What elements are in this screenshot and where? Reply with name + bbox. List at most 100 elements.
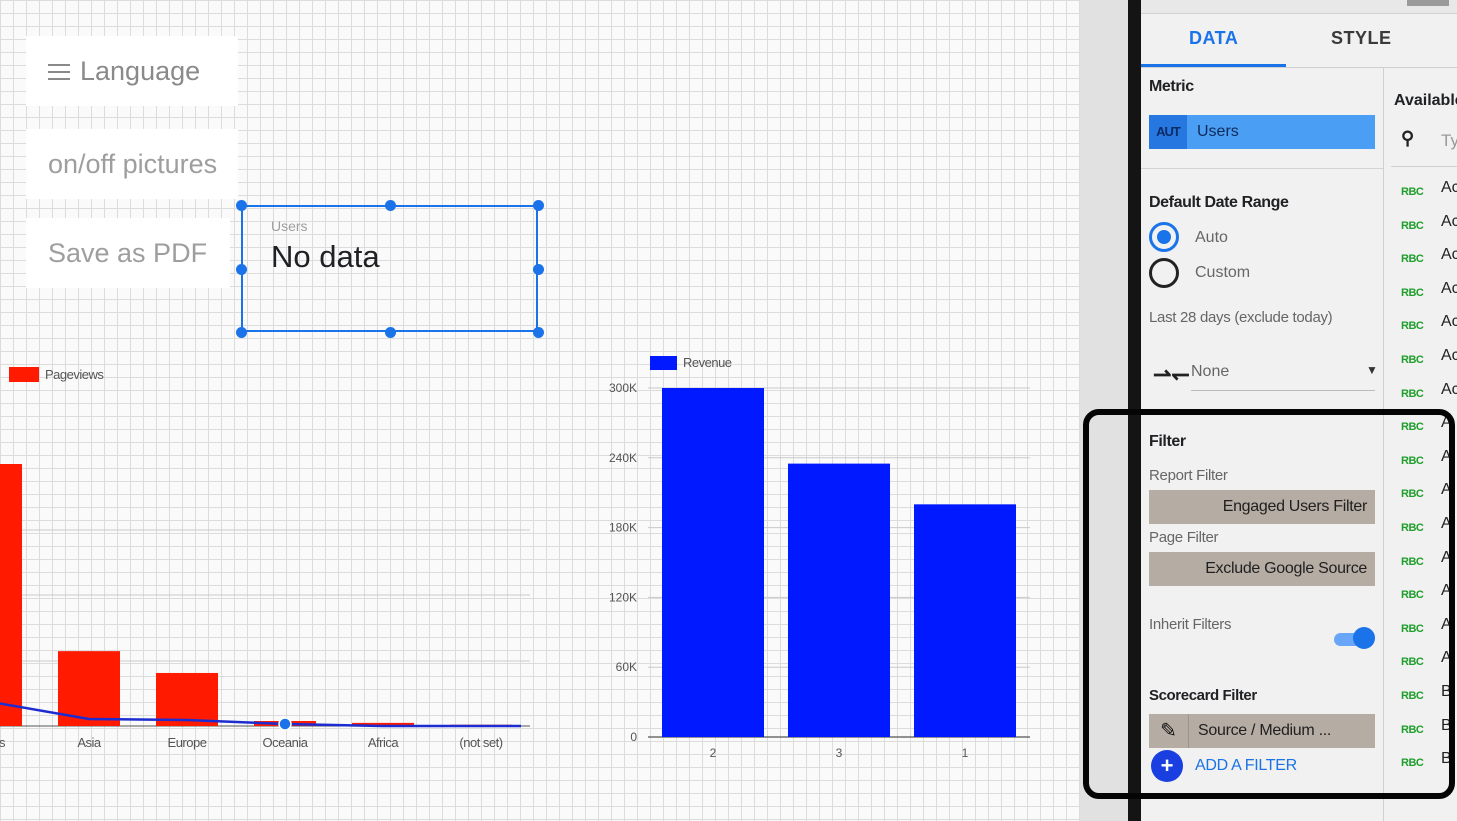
available-field-row[interactable]: RBC Ac [1401, 347, 1457, 370]
available-field-row[interactable]: RBC A [1401, 481, 1452, 504]
comparison-value: None [1191, 363, 1230, 380]
language-button-label: Language [80, 56, 201, 86]
filter-title: Filter [1149, 433, 1186, 450]
inherit-filters-toggle[interactable] [1334, 627, 1376, 649]
scorecard-filter-chip[interactable]: ✎ Source / Medium ... [1149, 714, 1375, 748]
available-field-row[interactable]: RBC Ac [1401, 246, 1457, 269]
available-field-row[interactable]: RBC Ac [1401, 381, 1457, 404]
add-filter-button[interactable]: + ADD A FILTER [1151, 750, 1297, 782]
available-field-name: B [1441, 750, 1452, 768]
revenue-bar [914, 504, 1016, 737]
x-tick-label: Africa [368, 735, 400, 750]
toggle-pictures-button[interactable]: on/off pictures [26, 129, 238, 199]
metric-chip-users[interactable]: AUT Users [1149, 115, 1375, 149]
available-field-name: A [1441, 649, 1452, 667]
resize-handle-w[interactable] [236, 264, 247, 275]
metric-title: Metric [1149, 78, 1194, 95]
tab-style[interactable]: STYLE [1331, 28, 1392, 49]
available-field-row[interactable]: RBC A [1401, 414, 1452, 437]
radio-auto[interactable] [1149, 222, 1179, 252]
x-tick-label: ...cas [0, 735, 6, 750]
column-divider [1383, 68, 1384, 821]
available-field-row[interactable]: RBC Ac [1401, 213, 1457, 236]
available-field-row[interactable]: RBC B [1401, 717, 1452, 740]
y-tick-label: 240K [609, 451, 637, 465]
available-field-row[interactable]: RBC A [1401, 649, 1452, 672]
page-filter-chip[interactable]: Exclude Google Source [1149, 552, 1375, 586]
available-field-name: A [1441, 548, 1452, 566]
text-type-icon: RBC [1401, 354, 1424, 366]
available-field-name: Ac [1441, 380, 1457, 398]
toggle-knob [1353, 627, 1375, 649]
available-field-row[interactable]: RBC Ac [1401, 280, 1457, 303]
available-field-row[interactable]: RBC A [1401, 616, 1452, 639]
available-field-row[interactable]: RBC A [1401, 515, 1452, 538]
users-scorecard[interactable]: Users No data [236, 200, 544, 338]
line-point-marker [278, 717, 292, 731]
radio-custom[interactable] [1149, 258, 1179, 288]
comparison-select[interactable]: ⇀↽ None ▼ [1151, 358, 1378, 391]
y-tick-label: 300K [609, 381, 637, 395]
language-button[interactable]: Language [26, 36, 238, 106]
pageviews-chart[interactable]: ...cas Asia Europe Oceania Africa (not set) [0, 420, 560, 820]
panel-top-bar [1141, 0, 1457, 14]
search-icon[interactable]: ⚲ [1401, 128, 1414, 149]
resize-handle-n[interactable] [385, 200, 396, 211]
x-tick-label: Oceania [263, 735, 309, 750]
available-field-row[interactable]: RBC B [1401, 683, 1452, 706]
resize-handle-nw[interactable] [236, 200, 247, 211]
available-field-name: Ac [1441, 279, 1457, 297]
radio-custom-label: Custom [1195, 264, 1251, 281]
available-field-row[interactable]: RBC B [1401, 750, 1452, 773]
available-field-name: A [1441, 414, 1452, 432]
available-field-row[interactable]: RBC A [1401, 448, 1452, 471]
revenue-bar [662, 388, 764, 737]
available-field-name: A [1441, 481, 1452, 499]
available-fields-title: Available [1394, 92, 1457, 109]
panel-gutter [1080, 0, 1130, 821]
resize-handle-s[interactable] [385, 327, 396, 338]
available-field-row[interactable]: RBC Ac [1401, 313, 1457, 336]
text-type-icon: RBC [1401, 387, 1424, 400]
resize-handle-e[interactable] [533, 264, 544, 275]
text-type-icon: RBC [1401, 589, 1424, 602]
resize-handle-ne[interactable] [533, 200, 544, 211]
text-type-icon: RBC [1401, 723, 1424, 736]
plus-icon: + [1151, 750, 1183, 782]
y-tick-label: 0 [630, 730, 637, 744]
pageviews-legend-swatch [9, 367, 39, 382]
pageviews-bar [0, 464, 22, 726]
y-tick-label: 120K [609, 590, 637, 604]
field-search-input[interactable]: Ty [1441, 131, 1457, 151]
resize-handle-sw[interactable] [236, 327, 247, 338]
metric-name: Users [1197, 123, 1239, 140]
add-filter-label: ADD A FILTER [1195, 757, 1297, 774]
panel-top-button[interactable] [1407, 0, 1449, 6]
available-field-row[interactable]: RBC A [1401, 549, 1452, 572]
scorecard-label: Users [271, 218, 308, 234]
available-field-name: A [1441, 582, 1452, 600]
revenue-chart[interactable]: 0 60K 120K 180K 240K 300K 2 3 1 [590, 370, 1050, 810]
revenue-legend: Revenue [650, 355, 732, 370]
available-field-row[interactable]: RBC Ac [1401, 179, 1457, 202]
resize-handle-se[interactable] [533, 327, 544, 338]
revenue-legend-label: Revenue [683, 355, 732, 370]
pencil-icon[interactable]: ✎ [1149, 714, 1189, 748]
report-canvas[interactable]: Language on/off pictures Save as PDF Use… [0, 0, 1080, 821]
properties-panel: DATA STYLE Metric AUT Users Default Date… [1141, 0, 1457, 821]
metric-aggregation-badge[interactable]: AUT [1149, 115, 1187, 149]
save-pdf-button[interactable]: Save as PDF [26, 218, 230, 288]
available-field-row[interactable]: RBC A [1401, 582, 1452, 605]
text-type-icon: RBC [1401, 286, 1424, 299]
available-field-name: A [1441, 615, 1452, 633]
tab-data[interactable]: DATA [1189, 28, 1238, 49]
text-type-icon: RBC [1401, 320, 1424, 333]
text-type-icon: RBC [1401, 757, 1424, 770]
panel-scrollbar[interactable] [1128, 0, 1141, 821]
text-type-icon: RBC [1401, 421, 1424, 434]
text-type-icon: RBC [1401, 454, 1424, 467]
pageviews-bar [156, 672, 218, 726]
pageviews-legend-label: Pageviews [45, 367, 104, 382]
revenue-bar [788, 463, 890, 737]
report-filter-chip[interactable]: Engaged Users Filter [1149, 490, 1375, 524]
